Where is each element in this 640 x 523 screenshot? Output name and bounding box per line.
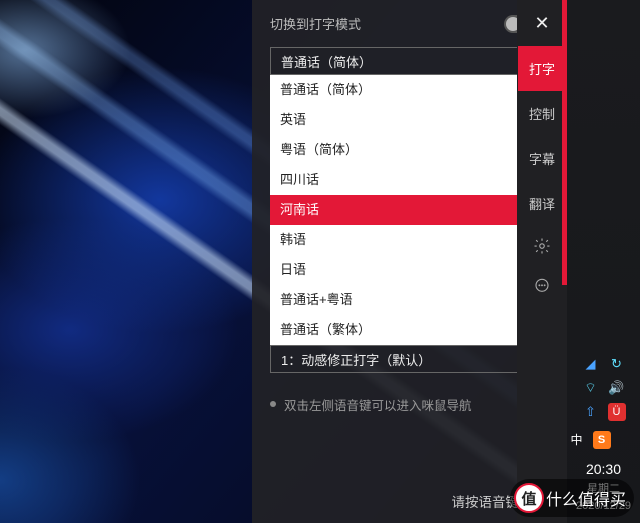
mode-select[interactable]: 1：动感修正打字（默认） ▽	[270, 345, 544, 373]
tab-translate[interactable]: 翻译	[518, 181, 566, 226]
security-icon[interactable]: Ü	[608, 403, 626, 421]
ime-indicator[interactable]: 中	[570, 431, 582, 449]
language-option[interactable]: 日语	[270, 255, 544, 285]
language-option[interactable]: 粤语（简体）	[270, 135, 544, 165]
watermark-text: 什么值得买	[546, 486, 626, 510]
mode-select-value: 1：动感修正打字（默认）	[281, 350, 431, 369]
tray-sync-icon[interactable]: ↻	[608, 355, 626, 373]
system-tray[interactable]: ◢ ↻ ⌔ 🔊 ⇧ Ü	[572, 349, 636, 425]
hint-text: 双击左侧语音键可以进入咪鼠导航	[284, 395, 472, 414]
language-select[interactable]: 普通话（简体） ▽	[270, 47, 544, 75]
language-option[interactable]: 普通话（繁体）	[270, 315, 544, 345]
volume-icon[interactable]: 🔊	[608, 379, 626, 397]
app-sidebar: ✕ 打字 控制 字幕 翻译	[517, 0, 567, 523]
wifi-icon[interactable]: ⌔	[582, 379, 600, 397]
language-option[interactable]: 河南话	[270, 195, 544, 225]
close-button[interactable]: ✕	[518, 0, 566, 46]
chat-icon	[533, 277, 551, 295]
tab-control[interactable]: 控制	[518, 91, 566, 136]
tray-app-icon[interactable]: ◢	[582, 355, 600, 373]
language-option[interactable]: 四川话	[270, 165, 544, 195]
windows-taskbar: ◢ ↻ ⌔ 🔊 ⇧ Ü 中 S 20:30 星期二 2020/12/29	[567, 0, 640, 523]
panel-title: 切换到打字模式	[270, 14, 361, 33]
language-option[interactable]: 普通话+粤语	[270, 285, 544, 315]
settings-button[interactable]	[518, 226, 566, 266]
sogou-ime-icon[interactable]: S	[593, 431, 611, 449]
language-dropdown: 普通话（简体） 英语 粤语（简体） 四川话 河南话 韩语 日语 普通话+粤语 普…	[270, 75, 544, 345]
tab-subtitle[interactable]: 字幕	[518, 136, 566, 181]
language-option[interactable]: 韩语	[270, 225, 544, 255]
voice-settings-panel: 切换到打字模式 普通话（简体） ▽ 普通话（简体） 英语 粤语（简体） 四川话 …	[252, 0, 562, 523]
watermark-badge: 值	[514, 483, 544, 513]
gear-icon	[533, 237, 551, 255]
close-icon: ✕	[534, 13, 549, 34]
tab-typing[interactable]: 打字	[518, 46, 566, 91]
bullet-icon	[270, 401, 276, 407]
chat-button[interactable]	[518, 266, 566, 306]
language-option[interactable]: 普通话（简体）	[270, 75, 544, 105]
language-select-value: 普通话（简体）	[281, 52, 372, 71]
upload-icon[interactable]: ⇧	[582, 403, 600, 421]
watermark: 值 什么值得买	[510, 479, 634, 517]
clock-time: 20:30	[576, 459, 631, 481]
language-option[interactable]: 英语	[270, 105, 544, 135]
